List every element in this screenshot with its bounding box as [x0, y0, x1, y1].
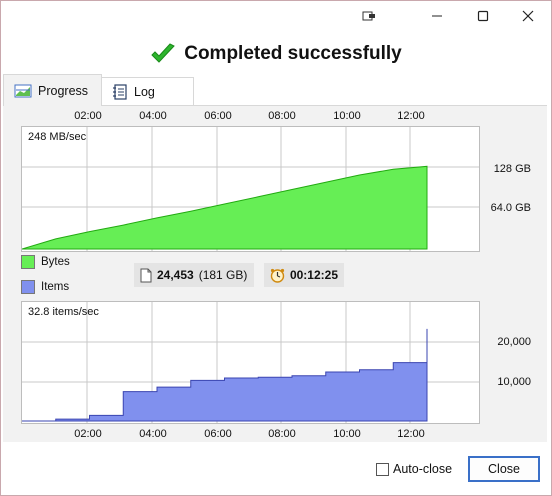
progress-panel: 02:00 04:00 06:00 08:00 10:00 12:00 248 …: [3, 105, 547, 442]
pin-icon: [362, 11, 375, 21]
status-text: Completed successfully: [184, 43, 402, 64]
window-close-button[interactable]: [505, 1, 551, 31]
bytes-y-tick: 128 GB: [493, 163, 531, 175]
elapsed-box: 00:12:25: [264, 263, 344, 287]
area-series-items: [22, 328, 428, 422]
legend-bytes-label: Bytes: [41, 256, 70, 268]
autoclose-box[interactable]: [376, 462, 389, 476]
tab-progress[interactable]: Progress: [3, 74, 102, 106]
footer: Auto-close Close: [1, 442, 551, 495]
file-icon: [140, 268, 152, 282]
maximize-button[interactable]: [460, 1, 506, 31]
items-chart: 32.8 items/sec: [21, 301, 480, 424]
legend-bytes: Bytes: [21, 255, 70, 269]
x-tick-label: 10:00: [333, 110, 361, 122]
legend-items: Items: [21, 280, 69, 294]
items-y-tick: 20,000: [497, 336, 531, 348]
x-tick-label: 04:00: [139, 110, 167, 122]
items-swatch: [21, 280, 35, 294]
items-y-tick: 10,000: [497, 376, 531, 388]
bytes-y-tick: 64.0 GB: [490, 202, 531, 214]
log-icon: [113, 83, 127, 100]
tab-bar: Progress Log: [1, 74, 551, 106]
x-tick-label: 02:00: [74, 110, 102, 122]
minimize-icon: [432, 15, 442, 17]
x-tick-label: 10:00: [333, 428, 361, 440]
maximize-icon: [477, 10, 489, 22]
alarm-clock-icon: [270, 268, 285, 283]
title-bar: [1, 1, 551, 31]
bytes-chart: 248 MB/sec: [21, 126, 480, 252]
x-tick-label: 06:00: [204, 428, 232, 440]
tab-log-label: Log: [134, 84, 155, 99]
dialog-window: Completed successfully Progress Log 02:0…: [0, 0, 552, 496]
bytes-swatch: [21, 255, 35, 269]
minimize-button[interactable]: [414, 1, 460, 31]
bytes-chart-svg: [22, 127, 479, 251]
x-tick-label: 04:00: [139, 428, 167, 440]
x-tick-label: 08:00: [268, 428, 296, 440]
close-icon: [522, 10, 534, 22]
checkmark-icon: [151, 43, 176, 63]
elapsed-time: 00:12:25: [289, 268, 338, 282]
autoclose-checkbox[interactable]: Auto-close: [376, 462, 452, 476]
chart-icon: [14, 84, 32, 97]
pin-button[interactable]: [346, 1, 392, 31]
items-chart-svg: [22, 302, 479, 423]
x-tick-label: 12:00: [397, 428, 425, 440]
status-heading: Completed successfully: [1, 37, 551, 71]
item-count: 24,453: [157, 268, 194, 282]
x-tick-label: 08:00: [268, 110, 296, 122]
close-button[interactable]: Close: [468, 456, 540, 482]
item-size: (181 GB): [198, 268, 248, 282]
tab-log[interactable]: Log: [102, 77, 194, 106]
legend-items-label: Items: [41, 281, 70, 293]
bytes-rate: 248 MB/sec: [28, 131, 87, 143]
x-tick-label: 12:00: [397, 110, 425, 122]
x-tick-label: 02:00: [74, 428, 102, 440]
items-rate: 32.8 items/sec: [28, 306, 99, 318]
x-tick-label: 06:00: [204, 110, 232, 122]
area-series-bytes: [22, 165, 428, 250]
tab-progress-label: Progress: [38, 83, 89, 98]
autoclose-label: Auto-close: [393, 462, 453, 476]
item-count-box: 24,453 (181 GB): [134, 263, 254, 287]
